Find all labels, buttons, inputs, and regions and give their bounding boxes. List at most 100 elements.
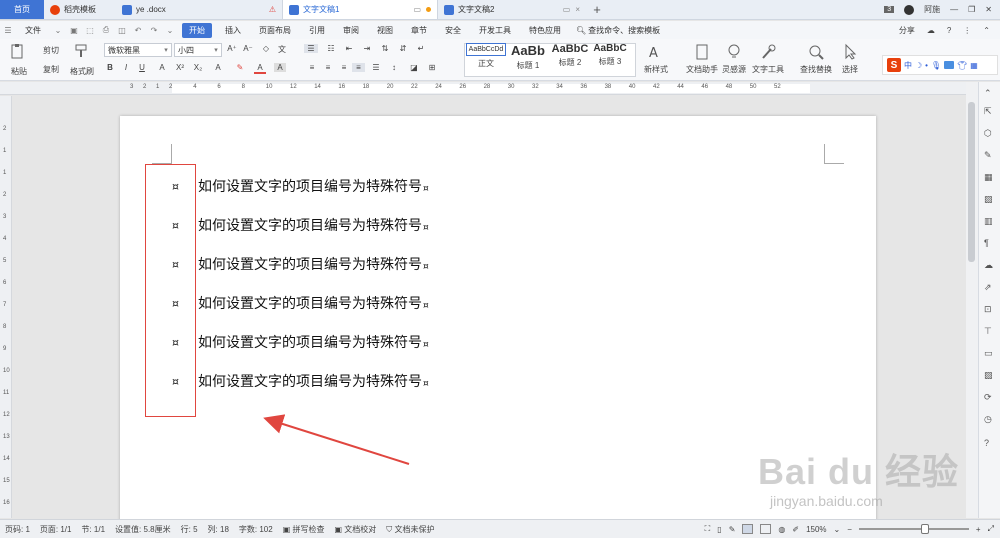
pencil-icon[interactable]: ✎	[984, 150, 996, 162]
mic-icon[interactable]: 🎙︎	[931, 61, 941, 70]
save-icon[interactable]: ▣	[68, 25, 80, 35]
minimize-icon[interactable]: —	[950, 5, 958, 14]
write-mode-icon[interactable]: ✐	[792, 525, 799, 534]
collapse-ribbon-icon[interactable]: ⌃	[983, 26, 990, 35]
image-icon[interactable]: ▨	[984, 194, 996, 206]
more-icon[interactable]: ⋮	[963, 26, 971, 35]
cloud-icon[interactable]: ☁	[984, 260, 996, 272]
zoom-in-button[interactable]: +	[976, 525, 981, 534]
style-normal[interactable]: AaBbCcDd 正文	[466, 43, 506, 75]
zoom-out-button[interactable]: −	[847, 525, 852, 534]
doc-protect-button[interactable]: ⛉ 文档未保护	[381, 524, 439, 535]
redo-icon[interactable]: ↷	[148, 25, 160, 35]
line-spacing-icon[interactable]: ↕	[388, 63, 400, 72]
new-style-button[interactable]: A 新样式	[634, 43, 678, 75]
font-size-select[interactable]: 小四 ▾	[174, 43, 222, 57]
paste-label[interactable]: 粘贴	[4, 66, 34, 77]
pinyin-icon[interactable]: 文	[276, 44, 288, 55]
spell-check-button[interactable]: ▣ 拼写检查	[278, 524, 330, 535]
grid-icon[interactable]: ▦	[970, 61, 978, 70]
char-shading-icon[interactable]: A	[274, 63, 286, 72]
picture-icon[interactable]: ▨	[984, 370, 996, 382]
eye-protect-icon[interactable]: ✎	[729, 525, 736, 534]
menu-home[interactable]: 开始	[182, 22, 212, 38]
highlight-icon[interactable]: ✎	[234, 63, 246, 72]
status-section[interactable]: 节: 1/1	[76, 524, 110, 535]
numbered-list-icon[interactable]: ☷	[324, 44, 338, 53]
menu-special[interactable]: 特色应用	[520, 25, 570, 36]
fit-window-icon[interactable]: ⤢	[988, 524, 994, 534]
underline-icon[interactable]: U	[136, 63, 148, 72]
menu-file[interactable]: 文件	[16, 25, 50, 36]
vertical-ruler[interactable]: 2 1 1 2 3 4 5 6 7 8 9 10 11 12 13 14 15 16	[0, 96, 12, 518]
search-icon[interactable]: 🔍︎	[576, 26, 586, 35]
paste-icon[interactable]	[8, 42, 26, 60]
zoom-slider[interactable]	[858, 524, 969, 534]
web-view-icon[interactable]: ◍	[778, 525, 785, 534]
align-left-icon[interactable]: ≡	[306, 63, 318, 72]
sync-icon[interactable]: ⟳	[984, 392, 996, 404]
menu-icon[interactable]: ☰	[2, 25, 14, 35]
comment-icon[interactable]: ▭	[984, 348, 996, 360]
sort-icon[interactable]: ⇵	[396, 44, 410, 53]
style-heading2[interactable]: AaBbC 标题 2	[550, 43, 590, 75]
cloud-icon[interactable]: ☁	[927, 26, 935, 35]
status-column[interactable]: 列: 18	[203, 524, 234, 535]
menu-references[interactable]: 引用	[300, 25, 334, 36]
bullet-list-icon[interactable]: ☰	[304, 44, 318, 53]
tab-document1[interactable]: 文字文稿1 ▭	[282, 0, 438, 19]
status-row[interactable]: 行: 5	[176, 524, 203, 535]
history-icon[interactable]: ◷	[984, 414, 996, 426]
chevron-down-icon[interactable]: ⌄	[834, 525, 841, 534]
menu-insert[interactable]: 插入	[216, 25, 250, 36]
scrollbar-thumb[interactable]	[968, 102, 975, 262]
shading-icon[interactable]: ◪	[408, 63, 420, 72]
shirt-icon[interactable]: 👕︎	[957, 61, 967, 70]
share-button[interactable]: 分享	[899, 25, 915, 36]
subscript-icon[interactable]: X₂	[192, 63, 204, 72]
chevron-down-icon[interactable]: ⌄	[52, 25, 64, 35]
align-center-icon[interactable]: ≡	[322, 63, 334, 72]
style-heading1[interactable]: AaBb 标题 1	[508, 43, 548, 75]
menu-security[interactable]: 安全	[436, 25, 470, 36]
italic-icon[interactable]: I	[120, 63, 132, 72]
shrink-font-icon[interactable]: A⁻	[242, 44, 254, 53]
format-painter-label[interactable]: 格式刷	[66, 66, 98, 77]
tab-ye-docx[interactable]: ye .docx ⚠	[116, 0, 282, 19]
align-right-icon[interactable]: ≡	[338, 63, 350, 72]
table-icon[interactable]: ▦	[984, 172, 996, 184]
bold-icon[interactable]: B	[104, 63, 116, 72]
text-tools-button[interactable]: 文字工具	[746, 43, 790, 75]
fullscreen-icon[interactable]: ⛶	[705, 524, 711, 534]
close-window-icon[interactable]: ✕	[985, 5, 992, 14]
tab-home[interactable]: 首页	[0, 0, 44, 19]
undo-icon[interactable]: ↶	[132, 25, 144, 35]
increase-indent-icon[interactable]: ⇥	[360, 44, 374, 53]
tab-docer[interactable]: 稻壳模板	[44, 0, 116, 19]
print-icon[interactable]: ⎙	[100, 25, 112, 35]
font-color-icon[interactable]: A	[254, 63, 266, 74]
distributed-icon[interactable]: ☰	[370, 63, 382, 72]
window-count-badge[interactable]: 3	[884, 6, 895, 13]
avatar[interactable]	[904, 4, 915, 15]
menu-chapter[interactable]: 章节	[402, 25, 436, 36]
comment-icon[interactable]: ▭	[563, 5, 571, 14]
reading-mode-icon[interactable]: ▯	[717, 525, 721, 534]
font-name-select[interactable]: 微软雅黑 ▾	[104, 43, 172, 57]
dot-icon[interactable]: •	[925, 61, 928, 70]
status-page-number[interactable]: 页码: 1	[0, 524, 35, 535]
doc-proof-button[interactable]: ▣ 文档校对	[329, 524, 381, 535]
print-preview-icon[interactable]: ◫	[116, 25, 128, 35]
zoom-value[interactable]: 150%	[806, 525, 826, 534]
user-name[interactable]: 阿施	[924, 4, 940, 15]
clear-format-icon[interactable]: ◇	[260, 44, 272, 53]
text-effect-icon[interactable]: A	[212, 63, 224, 72]
new-tab-button[interactable]: +	[586, 0, 608, 19]
status-page[interactable]: 页面: 1/1	[35, 524, 77, 535]
chevron-up-icon[interactable]: ⌃	[984, 88, 996, 100]
border-icon[interactable]: ⊞	[426, 63, 438, 72]
chinese-layout-icon[interactable]: ⇅	[378, 44, 392, 53]
tab-document2[interactable]: 文字文稿2 ▭ ×	[438, 0, 586, 19]
select-button[interactable]: 选择	[828, 43, 872, 75]
menu-review[interactable]: 审阅	[334, 25, 368, 36]
